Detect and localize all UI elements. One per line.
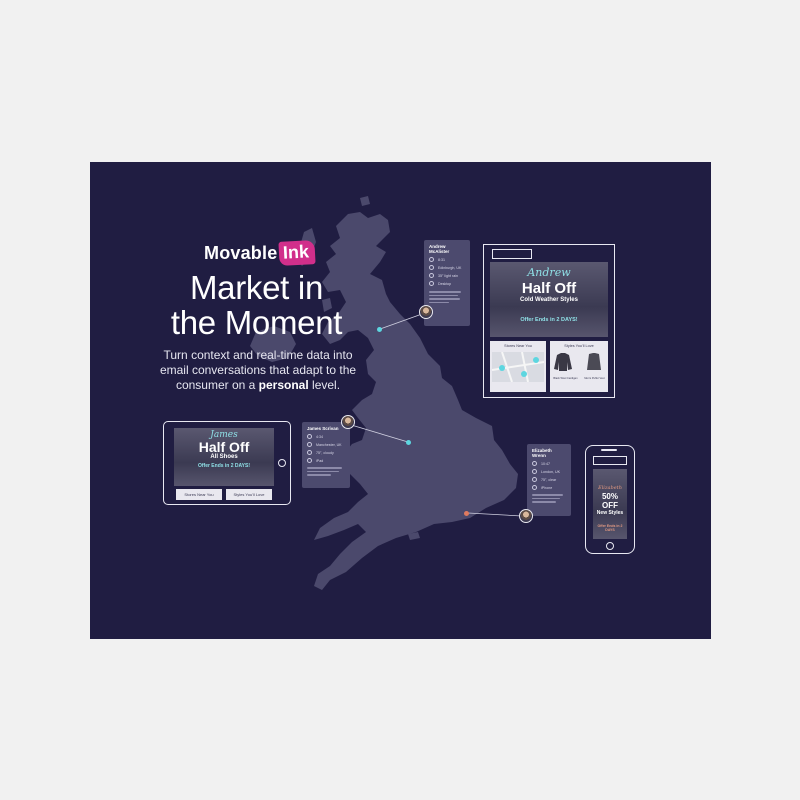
- greeting-name: Andrew: [527, 266, 571, 279]
- text-placeholder: [429, 294, 458, 296]
- logo-text: Movable: [204, 242, 278, 263]
- orkney-shape: [360, 196, 370, 206]
- movable-ink-logo: Movable Ink: [204, 240, 317, 266]
- offer-subtitle: Cold Weather Styles: [520, 297, 578, 303]
- text-placeholder: [429, 291, 462, 293]
- weather-icon: [532, 477, 537, 482]
- offer-deadline: Offer Ends in 2 DAYS!: [520, 317, 578, 323]
- offer-subtitle: All Shoes: [210, 454, 238, 460]
- greeting-name: Elizabeth: [598, 485, 622, 491]
- offer-deadline: Offer Ends in 2 DAYS!: [197, 463, 251, 469]
- offer-title: 50% OFF: [601, 492, 618, 510]
- location-icon: [532, 469, 537, 474]
- avatar-james: [341, 415, 355, 429]
- subtitle: Turn context and real-time data into ema…: [146, 348, 370, 393]
- hero-panel: Movable Ink Market in the Moment Turn co…: [90, 162, 711, 639]
- text-placeholder: [532, 494, 563, 496]
- emphasis-personal: personal: [258, 378, 309, 392]
- device-icon: [429, 281, 434, 286]
- styles-you-love-button[interactable]: Styles You'll Love: [226, 489, 272, 500]
- text-placeholder: [307, 467, 342, 469]
- subtitle-line-3: consumer on a personal level.: [175, 378, 341, 392]
- desktop-address-bar: [492, 249, 532, 259]
- subtitle-line-1: Turn context and real-time data into: [163, 348, 353, 362]
- title-line-2: the Moment: [170, 304, 343, 341]
- page-title: Market in the Moment: [164, 270, 349, 340]
- phone-home-button: [606, 542, 614, 550]
- profile-card-james[interactable]: James Scrivan 4:34 Manchester, UK 75°, c…: [302, 422, 350, 488]
- profile-name: Elizabeth Wrenn: [532, 448, 552, 458]
- product-cardigan[interactable]: Black Wool Cardigan: [553, 352, 578, 380]
- profile-name: James Scrivan: [307, 426, 339, 431]
- tablet-home-button: [278, 459, 286, 467]
- styles-you-love-module[interactable]: Styles You'll Love Black Wool Cardigan M…: [550, 341, 608, 392]
- text-placeholder: [532, 501, 556, 503]
- clock-icon: [307, 434, 312, 439]
- logo-ink-badge: Ink: [278, 240, 317, 266]
- phone-speaker: [601, 449, 617, 451]
- store-map-icon: [492, 352, 544, 382]
- avatar-andrew: [419, 305, 433, 319]
- text-placeholder: [429, 301, 449, 303]
- clock-icon: [429, 257, 434, 262]
- avatar-elizabeth: [519, 509, 533, 523]
- profile-card-elizabeth[interactable]: Elizabeth Wrenn 10:47 London, UK 75°, cl…: [527, 444, 571, 516]
- location-icon: [429, 265, 434, 270]
- phone-address-bar: [593, 456, 627, 465]
- device-icon: [532, 485, 537, 490]
- location-icon: [307, 442, 312, 447]
- pin-london[interactable]: [464, 511, 469, 516]
- offer-title: Half Off: [521, 280, 577, 297]
- text-placeholder: [532, 497, 560, 499]
- offer-subtitle: New Styles: [596, 510, 624, 516]
- phone-email-hero[interactable]: Elizabeth 50% OFF New Styles Offer Ends …: [593, 469, 627, 539]
- uk-map: [250, 196, 518, 590]
- device-icon: [307, 458, 312, 463]
- profile-name: Andrew McAlister: [429, 244, 450, 254]
- pin-manchester[interactable]: [406, 440, 411, 445]
- stores-near-you-module[interactable]: Stores Near You: [490, 341, 546, 392]
- stores-near-you-button[interactable]: Stores Near You: [176, 489, 222, 500]
- vest-icon: [587, 353, 602, 370]
- text-placeholder: [429, 298, 460, 300]
- desktop-email-hero[interactable]: Andrew Half Off Cold Weather Styles Offe…: [490, 262, 608, 337]
- text-placeholder: [307, 474, 331, 476]
- offer-deadline: Offer Ends in 2 DAYS: [597, 524, 623, 532]
- text-placeholder: [307, 470, 339, 472]
- weather-icon: [307, 450, 312, 455]
- clock-icon: [532, 461, 537, 466]
- offer-title: Half Off: [198, 439, 250, 455]
- pin-edinburgh[interactable]: [377, 327, 382, 332]
- product-vest[interactable]: Men's Puffer Vest: [584, 352, 605, 380]
- subtitle-line-2: email conversations that adapt to the: [159, 363, 357, 377]
- title-line-1: Market in: [189, 269, 323, 306]
- weather-icon: [429, 273, 434, 278]
- jacket-icon: [554, 353, 573, 371]
- tablet-email-hero[interactable]: James Half Off All Shoes Offer Ends in 2…: [174, 428, 274, 486]
